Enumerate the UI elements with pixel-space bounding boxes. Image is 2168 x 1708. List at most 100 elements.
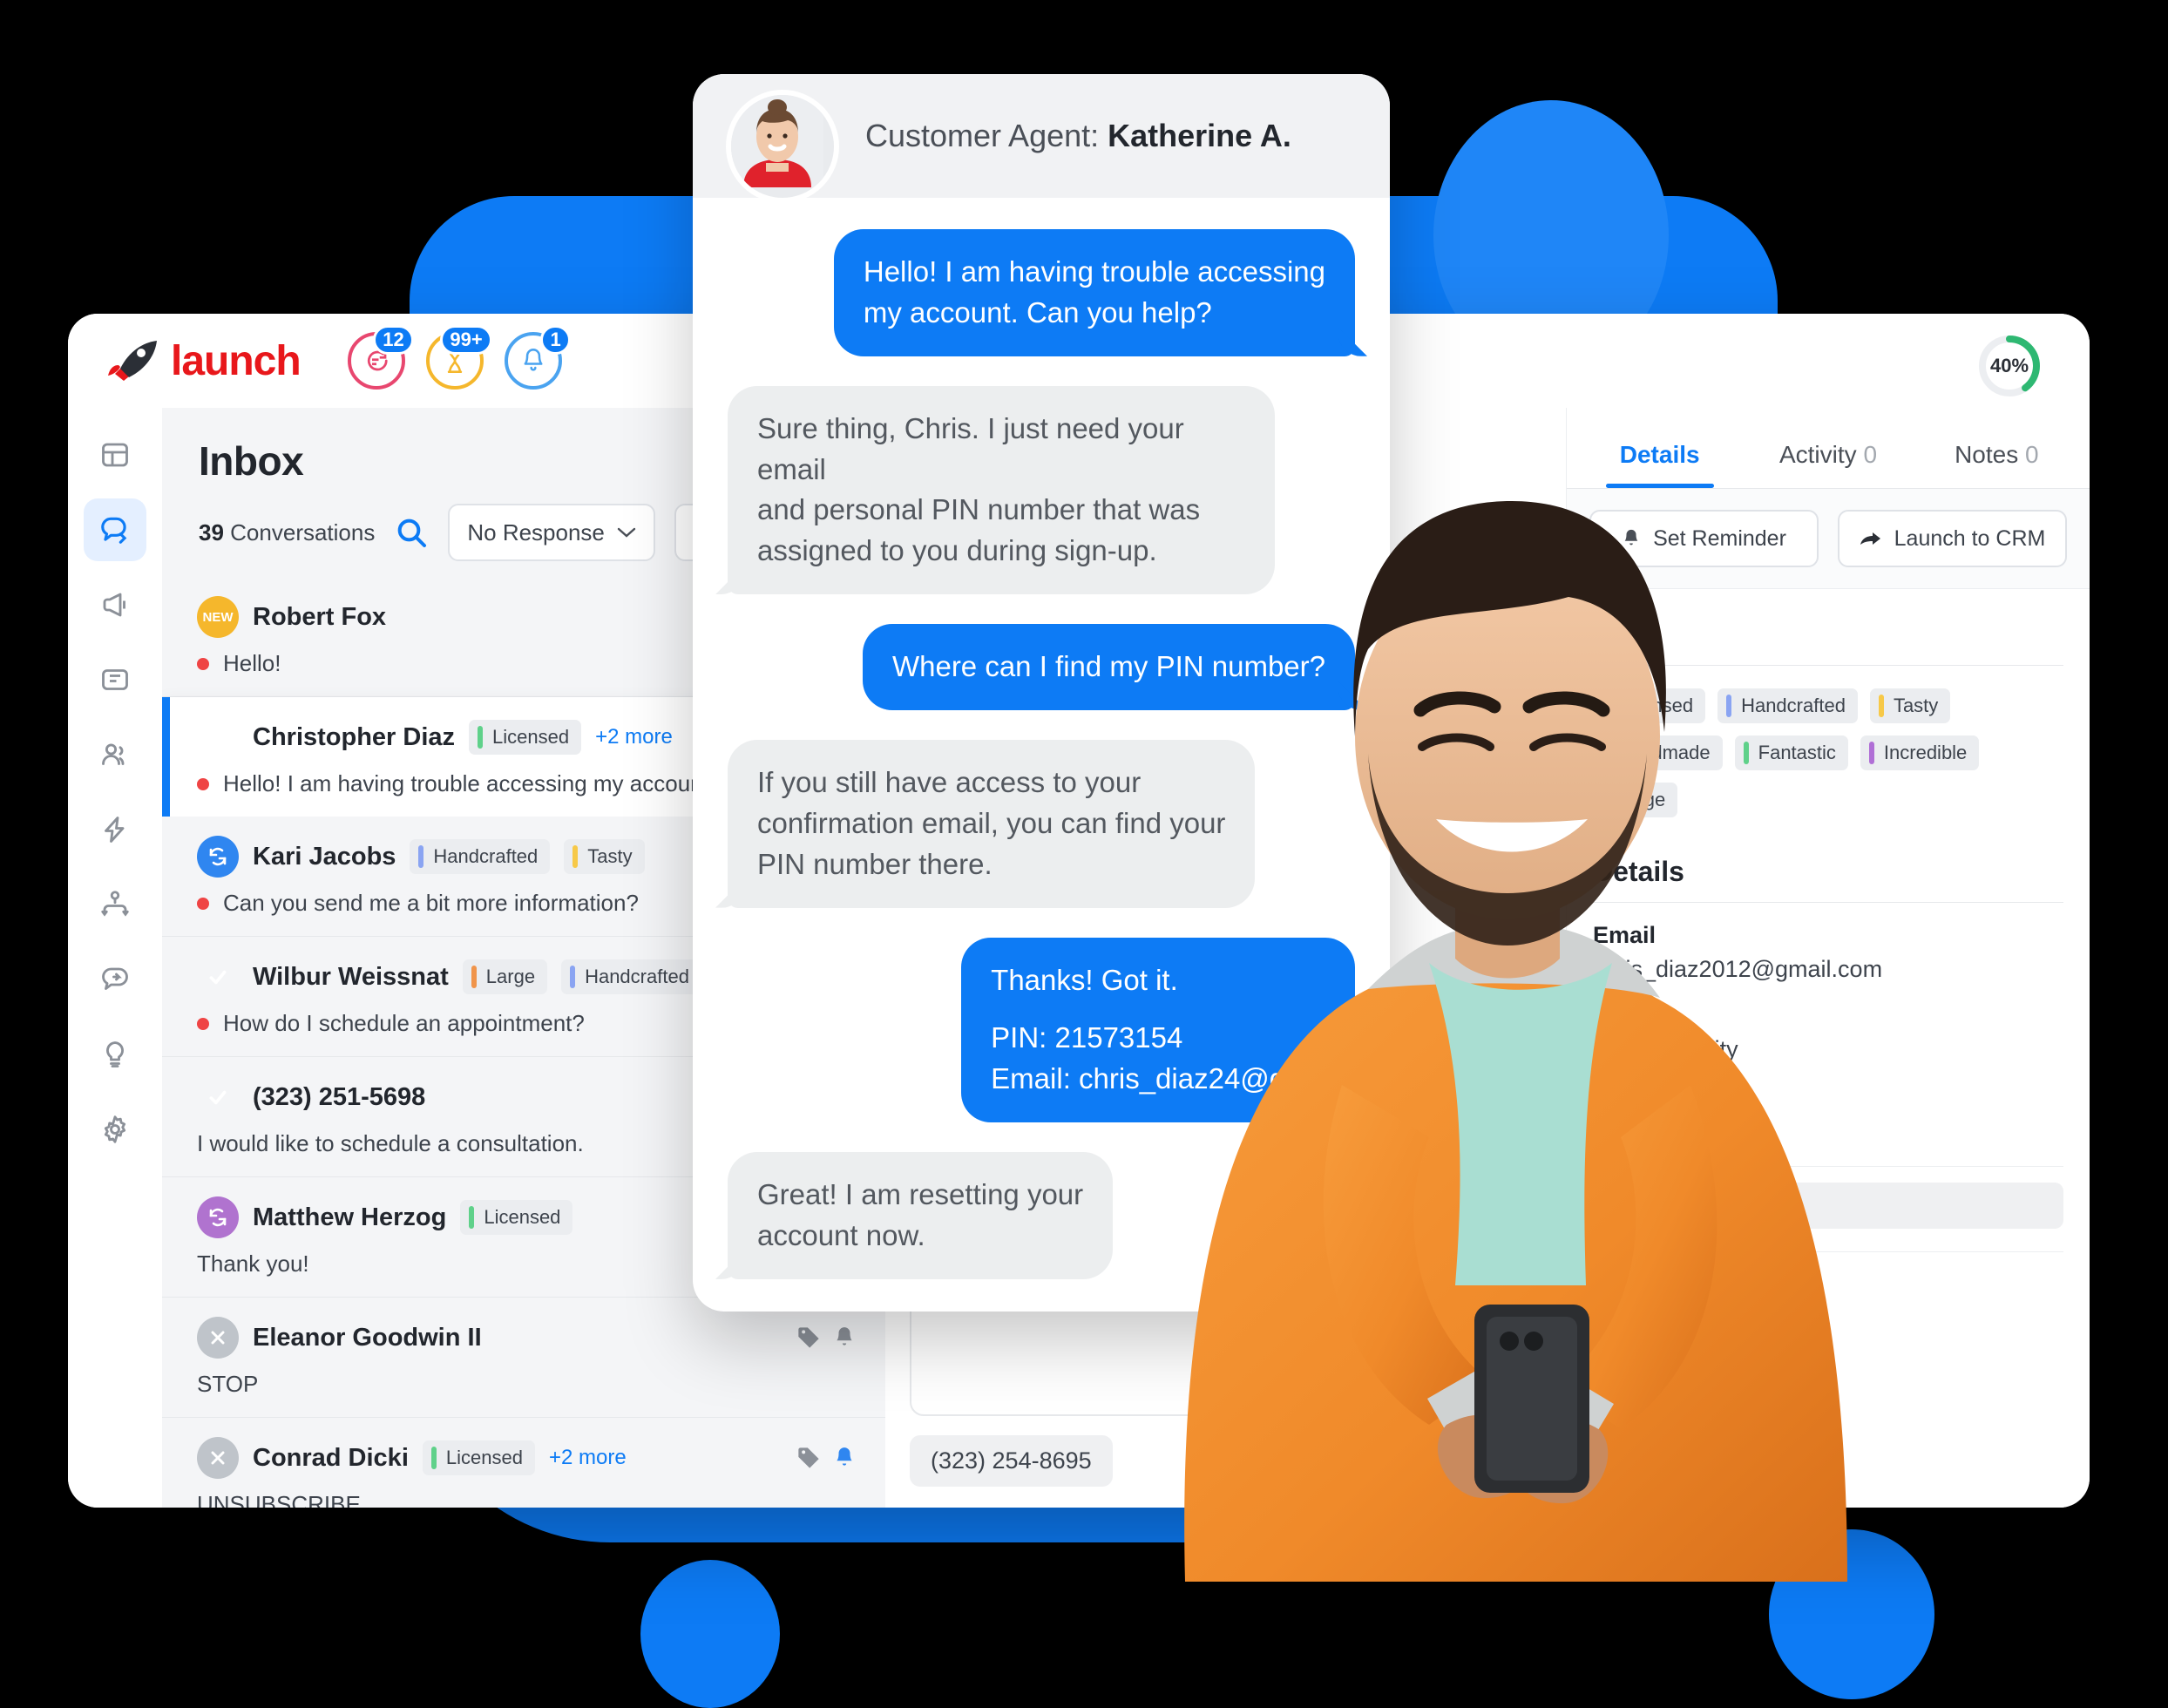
sidebar-item-contacts[interactable] [84,723,146,786]
sidebar-item-inbox[interactable] [84,498,146,561]
more-tags-link[interactable]: +2 more [549,1446,627,1470]
composer-meta-row: (323) 254-8695 😀 [910,1435,1541,1487]
share-arrow-icon [1860,532,1880,545]
conversation-name: (323) 251-5698 [253,1082,426,1111]
thread-phone-chip[interactable]: (323) 254-8695 [910,1435,1113,1487]
chat-line: confirmation email, you can find your [757,806,1226,839]
conversation-preview: STOP [197,1371,259,1397]
detail-tag[interactable]: Incredible [1860,735,1980,770]
set-reminder-label: Set Reminder [1653,525,1786,551]
chat-line: PIN number there. [757,847,993,880]
sidebar-item-campaigns[interactable] [84,573,146,636]
people-icon [102,743,125,765]
sidebar-item-insights[interactable] [84,1023,146,1086]
unread-dot [197,657,209,670]
sidebar-rail [68,408,162,1508]
chat-bubble-outgoing: Where can I find my PIN number? [862,624,1355,711]
brand-name: launch [171,337,301,384]
launch-to-crm-label: Launch to CRM [1894,525,2046,551]
conversation-preview: Hello! I am having trouble accessing my … [223,770,751,796]
sidebar-item-workflows[interactable] [84,873,146,936]
field-city: City Salt Lake City [1567,983,2090,1063]
lightning-icon [105,817,125,843]
tab-notes-count: 0 [2025,441,2039,468]
conversation-count-number: 39 [199,518,224,546]
avatar [197,1437,239,1479]
badge-chat-bubble[interactable]: 12 [347,325,414,390]
conversation-name: Matthew Herzog [253,1203,447,1231]
brand-logo[interactable]: launch [108,337,301,385]
badge-count: 12 [373,325,414,355]
conversation-row[interactable]: Conrad Dicki Licensed +2 more UNSUBSCRIBE. [162,1418,885,1508]
sidebar-item-settings[interactable] [84,1098,146,1161]
flow-chip[interactable]: Welcome Flow... [1593,1183,2063,1229]
field-phone-label: Phone [1593,1082,1665,1108]
detail-tag[interactable]: Handmade [1593,735,1723,770]
badge-count: 99+ [440,325,492,355]
detail-tag[interactable]: Tasty [1869,688,1951,723]
detail-tag[interactable]: Large [1593,783,1678,817]
sidebar-item-dashboard[interactable] [84,424,146,486]
unread-dot [197,777,209,790]
more-tags-link[interactable]: +2 more [595,725,673,749]
conversation-tag: Licensed [422,1440,535,1475]
search-icon[interactable] [394,515,429,550]
chat-line: and personal PIN number that was [757,493,1201,526]
badge-hourglass[interactable]: 99+ [425,325,492,390]
set-reminder-button[interactable]: Set Reminder [1589,510,1819,567]
field-date: Date 11/12/22 [1567,1252,2090,1332]
conversation-preview: Can you send me a bit more information? [223,890,639,916]
chat-line: my account. Can you help? [863,295,1212,329]
launch-to-crm-button[interactable]: Launch to CRM [1838,510,2067,567]
chat-title-prefix: Customer Agent: [865,118,1108,153]
field-city-label: City [1593,1002,1638,1028]
bell-icon [1624,529,1638,546]
conversation-icons [796,1325,856,1350]
rocket-icon [108,339,159,383]
tab-activity[interactable]: Activity 0 [1744,441,1912,488]
field-date-label: Date [1593,1271,1644,1298]
tags-list[interactable]: Licensed Handcrafted Tasty Handmade Fantasti… [1567,666,2090,826]
badge-count: 1 [540,325,571,355]
background-circle-bottom-left [640,1560,780,1708]
field-email-value: chris_diaz2012@gmail.com [1593,956,1883,982]
conversation-name: Kari Jacobs [253,842,396,871]
detail-tag[interactable]: Handcrafted [1717,688,1858,723]
chat-arrow-icon [102,967,128,990]
document-icon [102,669,128,690]
badge-bell[interactable]: 1 [504,325,571,390]
chat-line: Email: chris_diaz24@gma [991,1062,1325,1095]
avatar [197,836,239,878]
avatar: NEW [197,596,239,638]
sidebar-item-templates[interactable] [84,648,146,711]
progress-label: 40% [1989,355,2029,376]
background-circle-bottom-right [1769,1529,1934,1699]
tab-details[interactable]: Details [1575,441,1744,488]
chat-overlay-title: Customer Agent: Katherine A. [865,118,1291,154]
chat-line: PIN: 21573154 [991,1021,1183,1054]
avatar [197,716,239,758]
detail-tag[interactable]: Licensed [1593,688,1706,723]
field-divider-1 [1593,1166,2063,1167]
layout-icon [102,443,128,467]
agent-avatar [726,90,839,203]
sidebar-item-automations[interactable] [84,798,146,861]
conversation-icons [796,1446,856,1470]
conversation-tag: Licensed [460,1200,573,1235]
avatar [197,1076,239,1118]
details-panel: Details Activity 0 Notes 0 Set Reminder [1566,408,2090,1508]
status-filter-dropdown[interactable]: No Response [448,504,655,561]
conversation-preview: I would like to schedule a consultation. [197,1130,584,1156]
tab-notes[interactable]: Notes 0 [1913,441,2081,488]
chat-line: account now. [757,1219,925,1252]
emoji-picker-icon[interactable]: 😀 [1477,1437,1541,1485]
conversation-row[interactable]: Eleanor Goodwin II STOP [162,1298,885,1418]
tag-icon [796,1446,821,1470]
conversation-count: 39 Conversations [199,519,375,546]
unread-dot [197,1017,209,1030]
chat-line: Great! I am resetting your [757,1178,1084,1211]
sidebar-item-responses[interactable] [84,948,146,1011]
chat-line: assigned to you during sign-up. [757,534,1157,567]
detail-tag[interactable]: Fantastic [1734,735,1848,770]
bell-icon [833,1325,856,1350]
